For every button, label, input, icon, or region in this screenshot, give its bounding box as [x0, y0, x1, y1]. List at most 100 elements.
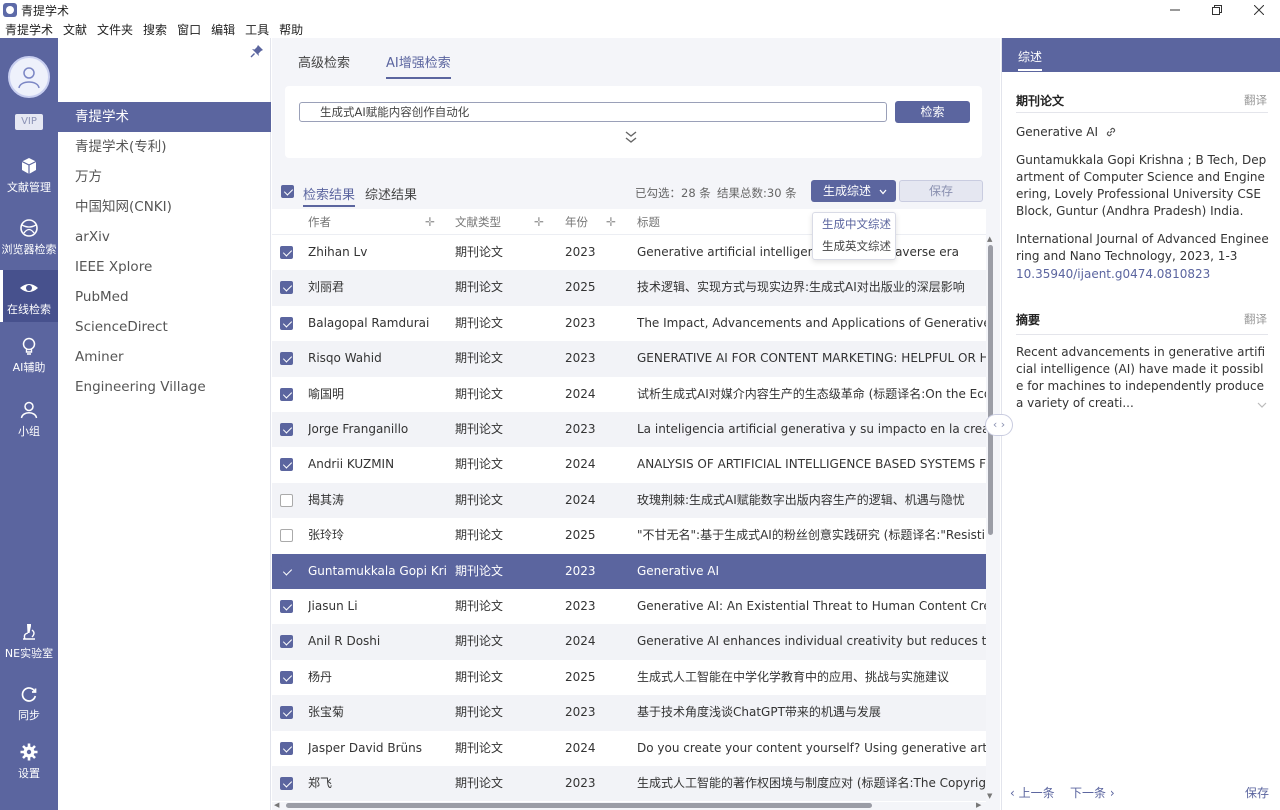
- app-title: 青提学术: [21, 3, 70, 18]
- vertical-scroll-thumb[interactable]: [988, 245, 993, 535]
- column-drag-handle-icon[interactable]: ✛: [531, 214, 547, 230]
- translate-button[interactable]: 翻译: [1244, 92, 1267, 108]
- row-checkbox[interactable]: [280, 281, 293, 295]
- column-type[interactable]: 文献类型: [455, 209, 501, 235]
- source-cnki[interactable]: 中国知网(CNKI): [58, 192, 271, 222]
- row-checkbox[interactable]: [280, 493, 293, 507]
- rail-ai-assist[interactable]: AI辅助: [0, 336, 58, 375]
- tab-summary-results[interactable]: 综述结果: [365, 184, 417, 203]
- minimize-button[interactable]: [1154, 0, 1196, 20]
- cell-author: Andrii KUZMIN: [308, 457, 395, 472]
- source-wanfang[interactable]: 万方: [58, 162, 271, 192]
- table-row[interactable]: Jiasun Li 期刊论文 2023 Generative AI: An Exist…: [272, 589, 986, 624]
- avatar[interactable]: [8, 56, 50, 98]
- table-row[interactable]: 刘丽君 期刊论文 2025 技术逻辑、实现方式与现实边界:生成式AI对出版业的深层影响: [272, 270, 986, 306]
- close-button[interactable]: [1238, 0, 1280, 20]
- next-button[interactable]: 下一条 ›: [1070, 784, 1115, 801]
- table-row[interactable]: 喻国明 期刊论文 2024 试析生成式AI对媒介内容生产的生态级革命 (标题译名:On…: [272, 377, 986, 412]
- source-sciencedirect[interactable]: ScienceDirect: [58, 312, 271, 342]
- translate-abstract-button[interactable]: 翻译: [1244, 311, 1267, 327]
- menu-window[interactable]: 窗口: [177, 21, 201, 38]
- detail-save-button[interactable]: 保存: [1245, 784, 1269, 801]
- table-row[interactable]: Risqo Wahid 期刊论文 2023 GENERATIVE AI FOR CON…: [272, 341, 986, 377]
- vip-badge[interactable]: VIP: [15, 114, 43, 130]
- column-author[interactable]: 作者: [308, 209, 331, 235]
- link-icon[interactable]: [1105, 126, 1117, 138]
- expand-chevron-icon[interactable]: [625, 130, 637, 144]
- row-checkbox[interactable]: [280, 670, 293, 684]
- panel-collapse-handle[interactable]: ‹ ›: [985, 414, 1013, 436]
- pin-icon[interactable]: [250, 44, 264, 58]
- generate-english-summary[interactable]: 生成英文综述: [813, 235, 895, 257]
- table-row[interactable]: Balagopal Ramdurai 期刊论文 2023 The Impact, Ad…: [272, 306, 986, 341]
- row-checkbox[interactable]: [280, 423, 293, 436]
- table-row[interactable]: Jorge Franganillo 期刊论文 2023 La inteligencia…: [272, 412, 986, 448]
- tab-summary[interactable]: 综述: [1018, 48, 1043, 71]
- horizontal-scroll-thumb[interactable]: [286, 803, 872, 808]
- table-row[interactable]: Anil R Doshi 期刊论文 2024 Generative AI enhanc…: [272, 624, 986, 660]
- menu-folder[interactable]: 文件夹: [97, 21, 133, 38]
- source-aminer[interactable]: Aminer: [58, 342, 271, 372]
- tab-advanced-search[interactable]: 高级检索: [298, 52, 350, 79]
- search-button[interactable]: 检索: [895, 101, 970, 123]
- table-row[interactable]: 郑飞 期刊论文 2023 生成式人工智能的著作权困境与制度应对 (标题译名:The C…: [272, 766, 986, 802]
- source-ieee[interactable]: IEEE Xplore: [58, 252, 271, 282]
- menu-app[interactable]: 青提学术: [5, 21, 53, 38]
- source-arxiv[interactable]: arXiv: [58, 222, 271, 252]
- source-engineering-village[interactable]: Engineering Village: [58, 372, 271, 402]
- row-checkbox[interactable]: [280, 316, 293, 330]
- column-title[interactable]: 标题: [637, 209, 660, 235]
- table-row[interactable]: 杨丹 期刊论文 2025 生成式人工智能在中学化学教育中的应用、挑战与实施建议: [272, 660, 986, 695]
- rail-literature-management[interactable]: 文献管理: [0, 156, 58, 195]
- row-checkbox[interactable]: [280, 741, 293, 755]
- column-drag-handle-icon[interactable]: ✛: [603, 214, 619, 230]
- cell-author: 杨丹: [308, 669, 333, 684]
- generate-summary-button[interactable]: 生成综述: [811, 180, 896, 202]
- table-row[interactable]: 张宝菊 期刊论文 2023 基于技术角度浅谈ChatGPT带来的机遇与发展: [272, 695, 986, 731]
- row-checkbox[interactable]: [280, 777, 293, 790]
- table-row[interactable]: 张玲玲 期刊论文 2025 "不甘无名":基于生成式AI的粉丝创意实践研究 (标题译名…: [272, 518, 986, 553]
- row-checkbox[interactable]: [280, 387, 293, 401]
- table-row[interactable]: Guntamukkala Gopi Krishna 期刊论文 2023 Generat…: [272, 553, 986, 589]
- row-checkbox[interactable]: [280, 600, 293, 613]
- menu-literature[interactable]: 文献: [63, 21, 87, 38]
- generate-chinese-summary[interactable]: 生成中文综述: [813, 213, 895, 235]
- prev-button[interactable]: ‹ 上一条: [1010, 784, 1055, 801]
- menu-edit[interactable]: 编辑: [211, 21, 235, 38]
- rail-sync[interactable]: 同步: [0, 684, 58, 723]
- tab-search-results[interactable]: 检索结果: [303, 184, 356, 207]
- maximize-button[interactable]: [1196, 0, 1238, 20]
- paper-doi-link[interactable]: 10.35940/ijaent.g0474.0810823: [1016, 266, 1270, 283]
- search-input[interactable]: 生成式AI赋能内容创作自动化: [299, 102, 887, 122]
- rail-group[interactable]: 小组: [0, 400, 58, 439]
- table-row[interactable]: Jasper David Brüns 期刊论文 2024 Do you create …: [272, 731, 986, 766]
- row-checkbox[interactable]: [280, 635, 293, 649]
- table-row[interactable]: Andrii KUZMIN 期刊论文 2024 ANALYSIS OF ARTIFIC…: [272, 447, 986, 482]
- column-drag-handle-icon[interactable]: ✛: [422, 214, 438, 230]
- row-checkbox[interactable]: [280, 706, 293, 720]
- row-checkbox[interactable]: [280, 529, 293, 543]
- rail-online-search[interactable]: 在线检索: [0, 270, 58, 322]
- row-checkbox[interactable]: [280, 246, 293, 259]
- menu-search[interactable]: 搜索: [143, 21, 167, 38]
- select-all-checkbox[interactable]: [281, 185, 294, 198]
- save-button[interactable]: 保存: [899, 180, 983, 202]
- source-qingti[interactable]: 青提学术: [58, 102, 271, 132]
- menu-tools[interactable]: 工具: [245, 21, 269, 38]
- table-row[interactable]: 揭其涛 期刊论文 2024 玫瑰荆棘:生成式AI赋能数字出版内容生产的逻辑、机遇与隐忧: [272, 482, 986, 519]
- vertical-scrollbar[interactable]: ▲ ▼: [986, 235, 994, 800]
- row-checkbox[interactable]: [280, 458, 293, 472]
- rail-browser-search[interactable]: 浏览器检索: [0, 218, 58, 257]
- tab-ai-search[interactable]: AI增强检索: [386, 52, 451, 79]
- horizontal-scrollbar[interactable]: ◀ ▶: [272, 800, 986, 810]
- menu-help[interactable]: 帮助: [279, 21, 303, 38]
- source-pubmed[interactable]: PubMed: [58, 282, 271, 312]
- rail-settings[interactable]: 设置: [0, 742, 58, 781]
- row-checkbox[interactable]: [280, 564, 293, 578]
- source-qingti-patent[interactable]: 青提学术(专利): [58, 132, 271, 162]
- rail-ne-lab[interactable]: NE实验室: [0, 622, 58, 661]
- paper-title: Generative AI: [1016, 124, 1270, 141]
- expand-abstract-chevron-icon[interactable]: [1257, 402, 1267, 408]
- column-year[interactable]: 年份: [565, 209, 588, 235]
- row-checkbox[interactable]: [280, 352, 293, 366]
